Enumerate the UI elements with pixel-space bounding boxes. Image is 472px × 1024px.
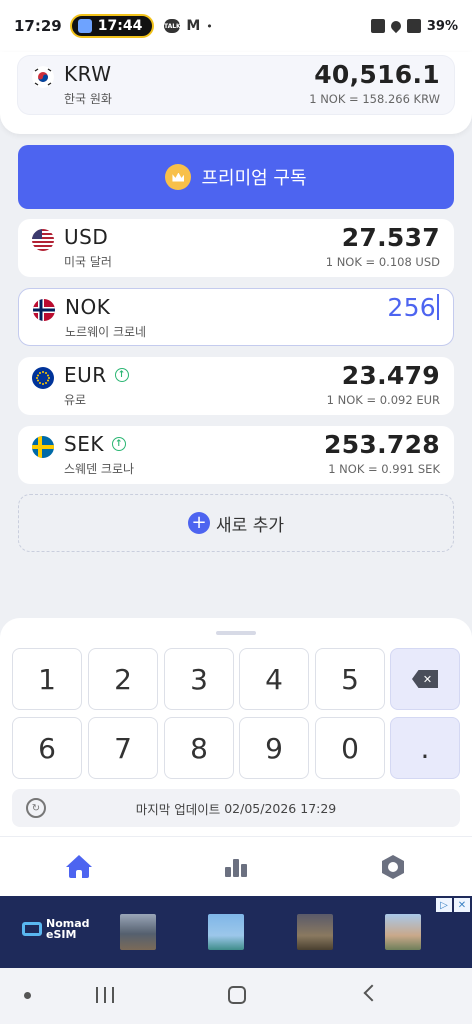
currency-card-eur[interactable]: EUR ↑ 유로 23.479 1 NOK = 0.092 EUR xyxy=(18,357,454,415)
ad-image-parliament xyxy=(120,914,156,950)
currency-amount: 253.728 xyxy=(324,430,440,459)
exchange-rate: 1 NOK = 158.266 KRW xyxy=(309,92,440,106)
battery-level: 39% xyxy=(426,18,458,34)
ad-brand-line2: eSIM xyxy=(46,928,77,941)
add-currency-button[interactable]: + 새로 추가 xyxy=(18,494,454,552)
amount-input[interactable]: 256 xyxy=(387,293,439,322)
currency-code-row: SEK ↑ xyxy=(64,432,126,456)
last-update-bar: ↻ 마지막 업데이트 02/05/2026 17:29 xyxy=(12,789,460,827)
phone-icon xyxy=(77,19,92,33)
status-bar: 17:29 17:44 TALK M • 39% xyxy=(0,0,472,52)
currency-code: USD xyxy=(64,225,109,249)
currency-amount: 27.537 xyxy=(341,223,440,252)
currency-code-row: EUR ↑ xyxy=(64,363,129,387)
assistant-dot-icon[interactable] xyxy=(24,992,31,999)
premium-subscribe-button[interactable]: 프리미엄 구독 xyxy=(18,145,454,209)
korea-flag-icon xyxy=(32,66,54,88)
currency-card-sek[interactable]: SEK ↑ 스웨덴 크로나 253.728 1 NOK = 0.991 SEK xyxy=(18,426,454,484)
currency-card-nok[interactable]: NOK 노르웨이 크로네 256 xyxy=(18,288,454,346)
stats-icon[interactable] xyxy=(223,855,249,879)
trend-up-icon: ↑ xyxy=(114,368,129,382)
currency-code: KRW xyxy=(64,62,112,86)
key-8[interactable]: 8 xyxy=(164,717,234,779)
system-icons: 39% xyxy=(370,18,458,34)
ongoing-call-pill[interactable]: 17:44 xyxy=(69,14,155,38)
ad-banner[interactable]: Nomad eSIM ▷ ✕ xyxy=(0,896,472,968)
ad-image-liberty xyxy=(208,914,244,950)
backspace-button[interactable]: ✕ xyxy=(390,648,460,710)
status-time: 17:29 xyxy=(14,17,62,35)
key-4[interactable]: 4 xyxy=(239,648,309,710)
call-time: 17:44 xyxy=(97,18,143,34)
recents-icon[interactable] xyxy=(96,987,114,1003)
settings-icon[interactable] xyxy=(381,855,407,879)
signal-icon xyxy=(406,19,421,33)
currency-name: 스웨덴 크로나 xyxy=(64,462,135,476)
currency-code: NOK xyxy=(65,295,111,319)
home-icon[interactable] xyxy=(66,855,92,879)
key-5[interactable]: 5 xyxy=(315,648,385,710)
key-9[interactable]: 9 xyxy=(239,717,309,779)
key-7[interactable]: 7 xyxy=(88,717,158,779)
mute-icon xyxy=(370,19,385,33)
currency-name: 한국 원화 xyxy=(64,92,112,106)
currency-name: 미국 달러 xyxy=(64,255,112,269)
ad-choices-badge[interactable]: ▷ ✕ xyxy=(436,898,470,912)
ad-image-eiffel xyxy=(385,914,421,950)
key-1[interactable]: 1 xyxy=(12,648,82,710)
premium-label: 프리미엄 구독 xyxy=(201,168,307,189)
location-icon xyxy=(388,18,403,34)
currency-name: 유로 xyxy=(64,393,87,407)
back-icon[interactable] xyxy=(363,984,381,1002)
system-navigation-bar xyxy=(0,968,472,1024)
add-currency-label: 새로 추가 xyxy=(216,515,284,536)
currency-card-usd[interactable]: USD 미국 달러 27.537 1 NOK = 0.108 USD xyxy=(18,219,454,277)
text-cursor xyxy=(437,294,439,320)
bottom-nav xyxy=(0,836,472,896)
input-value: 256 xyxy=(387,293,436,322)
gmail-icon: M xyxy=(186,18,201,34)
key-2[interactable]: 2 xyxy=(88,648,158,710)
norway-flag-icon xyxy=(33,299,55,321)
currency-amount: 23.479 xyxy=(341,361,440,390)
currency-name: 노르웨이 크로네 xyxy=(65,325,147,339)
currency-code: SEK xyxy=(64,432,104,456)
refresh-icon[interactable]: ↻ xyxy=(26,798,46,818)
backspace-icon: ✕ xyxy=(412,670,438,688)
currency-amount: 40,516.1 xyxy=(314,60,440,89)
exchange-rate: 1 NOK = 0.991 SEK xyxy=(328,462,440,476)
sheet-drag-handle[interactable] xyxy=(216,631,256,635)
notification-icons: TALK M • xyxy=(164,18,213,34)
currency-card-krw[interactable]: KRW 한국 원화 40,516.1 1 NOK = 158.266 KRW xyxy=(18,56,454,114)
currency-code: EUR xyxy=(64,363,107,387)
ad-info-icon[interactable]: ▷ xyxy=(436,898,452,912)
usa-flag-icon xyxy=(32,229,54,251)
eu-flag-icon xyxy=(32,367,54,389)
trend-up-icon: ↑ xyxy=(111,437,126,451)
ad-image-city xyxy=(297,914,333,950)
home-button-icon[interactable] xyxy=(228,986,246,1004)
last-update-label: 마지막 업데이트 xyxy=(135,801,221,817)
key-0[interactable]: 0 xyxy=(315,717,385,779)
more-notifications-dot: • xyxy=(206,19,213,33)
crown-icon xyxy=(165,164,192,190)
exchange-rate: 1 NOK = 0.092 EUR xyxy=(326,393,440,407)
kakaotalk-icon: TALK xyxy=(164,19,181,33)
plus-icon: + xyxy=(188,512,211,534)
key-3[interactable]: 3 xyxy=(164,648,234,710)
nomad-esim-logo: Nomad eSIM xyxy=(22,918,90,940)
key-decimal[interactable]: . xyxy=(390,717,460,779)
last-update-value: 02/05/2026 17:29 xyxy=(224,800,337,816)
exchange-rate: 1 NOK = 0.108 USD xyxy=(325,255,440,269)
nomad-logo-icon xyxy=(22,922,42,936)
key-6[interactable]: 6 xyxy=(12,717,82,779)
ad-close-icon[interactable]: ✕ xyxy=(454,898,470,912)
sweden-flag-icon xyxy=(32,436,54,458)
